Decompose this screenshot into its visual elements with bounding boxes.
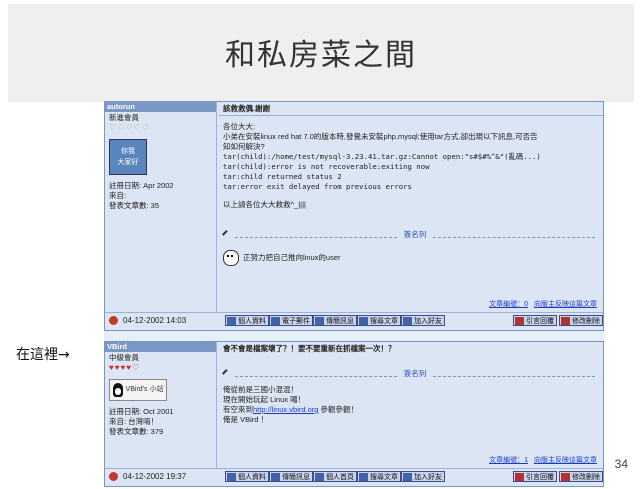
divider bbox=[433, 372, 595, 377]
profile-button[interactable]: 個人資料 bbox=[225, 315, 269, 326]
post-id-link[interactable]: 文章編號：1 bbox=[489, 457, 528, 464]
pen-icon bbox=[222, 369, 232, 379]
post-1-line: 小弟在安裝linux red hat 7.0的版本時,發覺未安裝php,mysq… bbox=[223, 132, 538, 141]
post-1-signature-divider: 簽名列 bbox=[222, 230, 599, 240]
search-posts-button[interactable]: 搜尋文章 bbox=[357, 315, 401, 326]
add-friend-button[interactable]: 加入好友 bbox=[401, 315, 445, 326]
clown-icon bbox=[223, 250, 239, 266]
post-1: autorun 新進會員 ♡♡♡♡♡ 你我 大家好 註冊日期: Apr 2002… bbox=[104, 101, 604, 331]
profile-button[interactable]: 個人資料 bbox=[225, 471, 269, 482]
annotation-here: 在這裡→ bbox=[16, 347, 70, 363]
post-2-signature-divider: 簽名列 bbox=[222, 369, 599, 379]
divider bbox=[433, 233, 595, 238]
post-2-avatar: VBird's 小站 bbox=[109, 379, 167, 401]
post-1-author-panel: autorun 新進會員 ♡♡♡♡♡ 你我 大家好 註冊日期: Apr 2002… bbox=[105, 102, 217, 312]
post-icon bbox=[109, 316, 118, 325]
post-2-date: 04-12-2002 19:37 bbox=[123, 472, 187, 481]
quote-reply-button[interactable]: 引言回覆 bbox=[513, 315, 557, 326]
sig-text: 有空來到 bbox=[223, 405, 253, 414]
post-1-line: 知如何解決? bbox=[223, 142, 265, 151]
post-1-action-bar: 04-12-2002 14:03 個人資料 電子郵件 傳簡訊息 搜尋文章 加入好… bbox=[105, 312, 603, 330]
edit-delete-button[interactable]: 修改刪除 bbox=[559, 471, 603, 482]
post-1-error-line: tar(child):/home/test/mysql-3.23.41.tar.… bbox=[223, 152, 541, 161]
post-2-action-bar: 04-12-2002 19:37 個人資料 傳簡訊息 個人首頁 搜尋文章 加入好… bbox=[105, 468, 603, 486]
post-icon bbox=[109, 472, 118, 481]
homepage-button[interactable]: 個人首頁 bbox=[313, 471, 357, 482]
post-2-reg-date: 註冊日期: Oct 2001 bbox=[109, 407, 174, 416]
add-friend-button[interactable]: 加入好友 bbox=[401, 471, 445, 482]
divider bbox=[235, 372, 397, 377]
post-1-post-count: 發表文章數: 35 bbox=[109, 201, 160, 210]
post-2-sig-line: 俺從前是三國小混混！ bbox=[223, 385, 298, 394]
post-2-rating-icon: ♥♥♥♥♡ bbox=[109, 363, 141, 372]
post-1-closing: 以上請各位大大救救^_|||| bbox=[223, 200, 306, 209]
slide: 和私房菜之間 在這裡→ autorun 新進會員 ♡♡♡♡♡ 你我 大家好 註冊… bbox=[0, 0, 640, 489]
post-2: VBird 中級會員 ♥♥♥♥♡ VBird's 小站 註冊日期: Oct 20… bbox=[104, 341, 604, 487]
post-2-footlinks: 文章編號：1 向版主反映這篇文章 bbox=[485, 456, 597, 466]
post-1-title: 該救救偶.謝謝 bbox=[219, 104, 603, 116]
tux-icon bbox=[112, 383, 123, 397]
pen-icon bbox=[222, 230, 232, 240]
avatar-text: 大家好 bbox=[117, 159, 139, 166]
post-2-username[interactable]: VBird bbox=[105, 342, 216, 352]
quote-reply-button[interactable]: 引言回覆 bbox=[513, 471, 557, 482]
post-1-from: 來自: bbox=[109, 191, 127, 200]
post-1-date: 04-12-2002 14:03 bbox=[123, 316, 187, 325]
report-post-link[interactable]: 向版主反映這篇文章 bbox=[534, 457, 597, 464]
post-1-signature: 正努力把自己推向linux的user bbox=[223, 250, 599, 266]
post-1-rating-icon: ♡♡♡♡♡ bbox=[109, 123, 150, 132]
avatar-text: 你我 bbox=[121, 148, 135, 155]
post-2-sig-link-line: 有空來到http://linux.vbird.org 參觀參觀！ bbox=[223, 405, 599, 415]
message-button[interactable]: 傳簡訊息 bbox=[313, 315, 357, 326]
email-button[interactable]: 電子郵件 bbox=[269, 315, 313, 326]
post-2-content: 會不會是檔案壞了？！要不要重新在抓檔案一次！？ 簽名列 俺從前是三國小混混！ 現… bbox=[219, 342, 603, 468]
edit-delete-button[interactable]: 修改刪除 bbox=[559, 315, 603, 326]
avatar-text: VBird's 小站 bbox=[125, 386, 164, 393]
report-post-link[interactable]: 向版主反映這篇文章 bbox=[534, 301, 597, 308]
post-1-line: 各位大大: bbox=[223, 122, 256, 131]
post-1-rank: 新進會員 bbox=[109, 113, 139, 122]
post-1-username[interactable]: autorun bbox=[105, 102, 216, 112]
post-1-error-line: tar(child):error is not recoverable:exit… bbox=[223, 162, 430, 171]
post-2-title: 會不會是檔案壞了？！要不要重新在抓檔案一次！？ bbox=[223, 344, 396, 353]
signature-text: 正努力把自己推向linux的user bbox=[243, 252, 341, 262]
post-1-error-line: tar:error exit delayed from previous err… bbox=[223, 182, 412, 191]
post-id-link[interactable]: 文章編號：0 bbox=[489, 301, 528, 308]
page-number: 34 bbox=[614, 457, 628, 471]
post-1-avatar: 你我 大家好 bbox=[109, 139, 147, 175]
signature-label: 簽名列 bbox=[403, 230, 427, 239]
sig-text: 參觀參觀！ bbox=[318, 405, 359, 414]
post-2-sig-name: 俺是 VBird ！ bbox=[223, 415, 269, 424]
divider bbox=[235, 233, 397, 238]
post-2-post-count: 發表文章數: 379 bbox=[109, 427, 164, 436]
post-2-sig-line: 現在開始玩起 Linux 囉！ bbox=[223, 395, 306, 404]
post-2-from: 來自: 台灣唷！ bbox=[109, 417, 159, 426]
signature-label: 簽名列 bbox=[403, 369, 427, 378]
vbird-link[interactable]: http://linux.vbird.org bbox=[253, 405, 318, 414]
slide-title: 和私房菜之間 bbox=[225, 38, 417, 73]
forum-screenshot: autorun 新進會員 ♡♡♡♡♡ 你我 大家好 註冊日期: Apr 2002… bbox=[104, 101, 604, 487]
post-1-reg-date: 註冊日期: Apr 2002 bbox=[109, 181, 174, 190]
post-2-author-panel: VBird 中級會員 ♥♥♥♥♡ VBird's 小站 註冊日期: Oct 20… bbox=[105, 342, 217, 468]
title-band: 和私房菜之間 bbox=[8, 4, 634, 102]
message-button[interactable]: 傳簡訊息 bbox=[269, 471, 313, 482]
post-1-error-line: tar:child returned status 2 bbox=[223, 172, 342, 181]
post-2-rank: 中級會員 bbox=[109, 353, 139, 362]
post-1-content: 該救救偶.謝謝 各位大大: 小弟在安裝linux red hat 7.0的版本時… bbox=[219, 102, 603, 312]
search-posts-button[interactable]: 搜尋文章 bbox=[357, 471, 401, 482]
post-1-footlinks: 文章編號：0 向版主反映這篇文章 bbox=[485, 300, 597, 310]
